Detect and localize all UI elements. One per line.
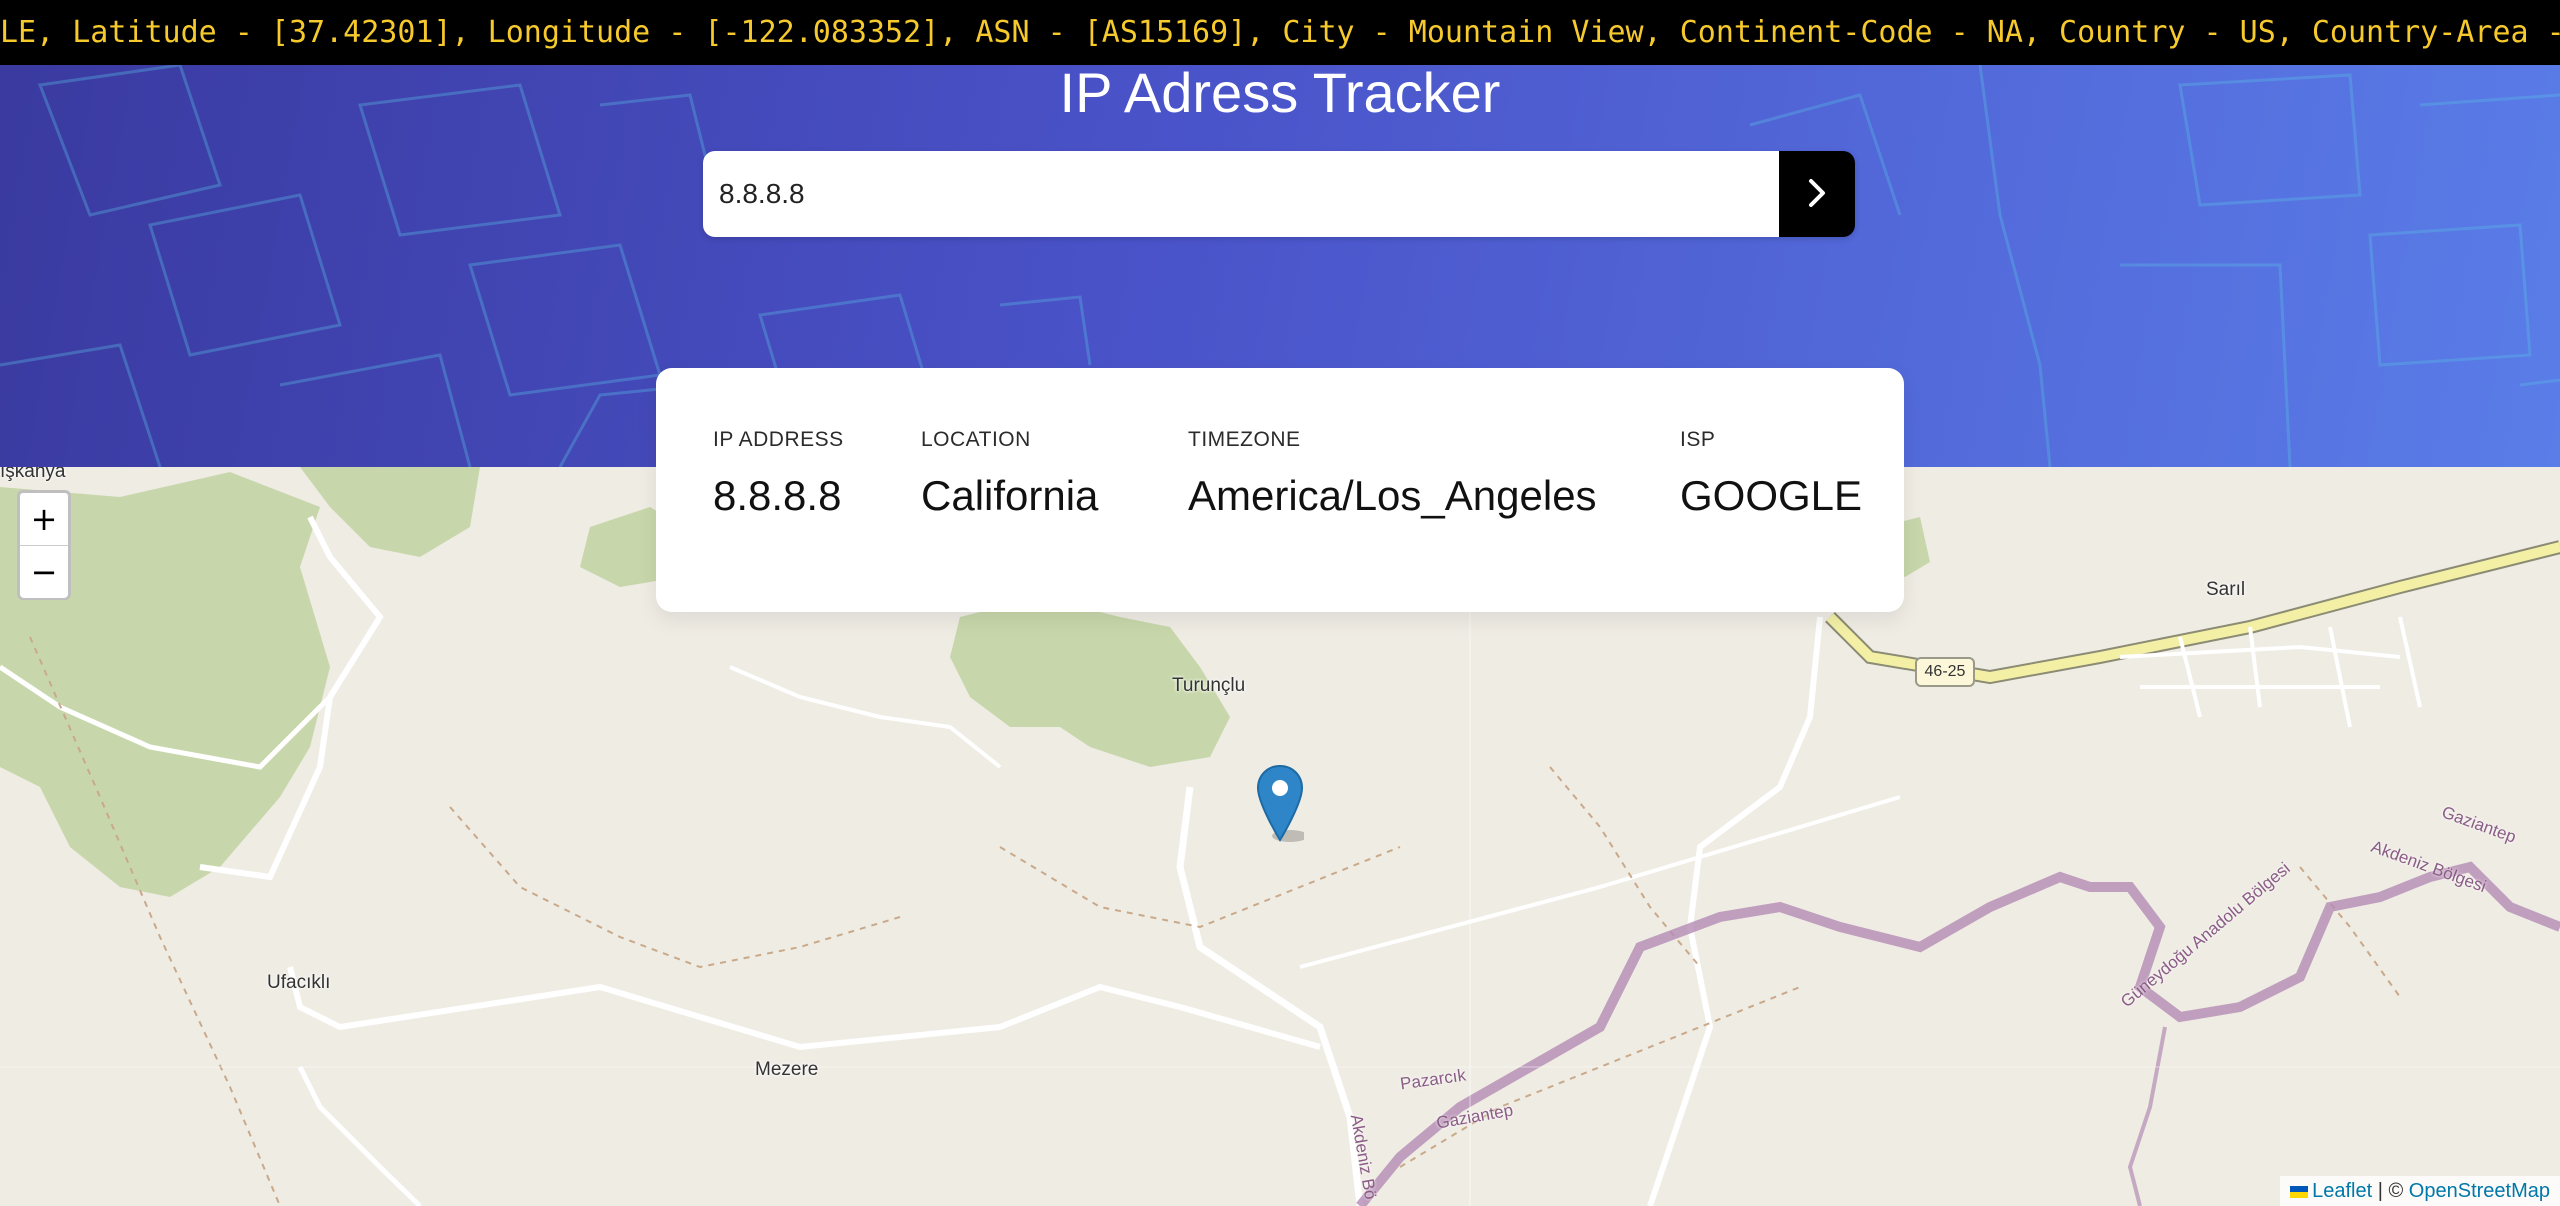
ticker-text: LE, Latitude - [37.42301], Longitude - [… <box>0 15 2560 50</box>
isp-section: ISP GOOGLE <box>1680 428 1862 520</box>
leaflet-link[interactable]: Leaflet <box>2312 1180 2372 1202</box>
ip-info-card: IP ADDRESS 8.8.8.8 LOCATION California T… <box>656 368 1904 612</box>
place-label-mezere: Mezere <box>755 1059 819 1080</box>
openstreetmap-link[interactable]: OpenStreetMap <box>2409 1180 2550 1202</box>
ip-address-section: IP ADDRESS 8.8.8.8 <box>713 428 844 520</box>
map-attribution: Leaflet | © OpenStreetMap <box>2280 1176 2560 1206</box>
ip-search-input[interactable] <box>703 151 1779 237</box>
timezone-value: America/Los_Angeles <box>1188 472 1597 519</box>
ip-address-value: 8.8.8.8 <box>713 472 842 519</box>
ip-details-ticker: LE, Latitude - [37.42301], Longitude - [… <box>0 0 2560 65</box>
ip-search-form <box>703 151 1855 237</box>
page-title: IP Adress Tracker <box>1059 65 1501 124</box>
zoom-control: + − <box>17 490 71 600</box>
isp-value: GOOGLE <box>1680 472 1863 519</box>
place-label-ufacikli: Ufacıklı <box>267 972 331 993</box>
timezone-label: TIMEZONE <box>1188 428 1301 451</box>
place-label-iskanya: ışkanya <box>0 467 66 482</box>
timezone-section: TIMEZONE America/Los_Angeles <box>1188 428 1597 520</box>
attribution-separator: | © <box>2372 1180 2409 1202</box>
location-section: LOCATION California <box>921 428 1098 520</box>
ukraine-flag-icon <box>2290 1185 2309 1198</box>
place-label-turunclu: Turunçlu <box>1172 675 1246 696</box>
location-label: LOCATION <box>921 428 1031 451</box>
location-value: California <box>921 472 1099 519</box>
chevron-right-icon <box>1807 178 1827 211</box>
search-submit-button[interactable] <box>1779 151 1855 237</box>
zoom-in-button[interactable]: + <box>20 493 68 546</box>
isp-label: ISP <box>1680 428 1716 451</box>
place-label-saril: Sarıl <box>2206 579 2246 600</box>
zoom-out-button[interactable]: − <box>20 546 68 598</box>
ip-address-label: IP ADDRESS <box>713 428 844 451</box>
road-number-sign: 46-25 <box>1915 657 1975 687</box>
